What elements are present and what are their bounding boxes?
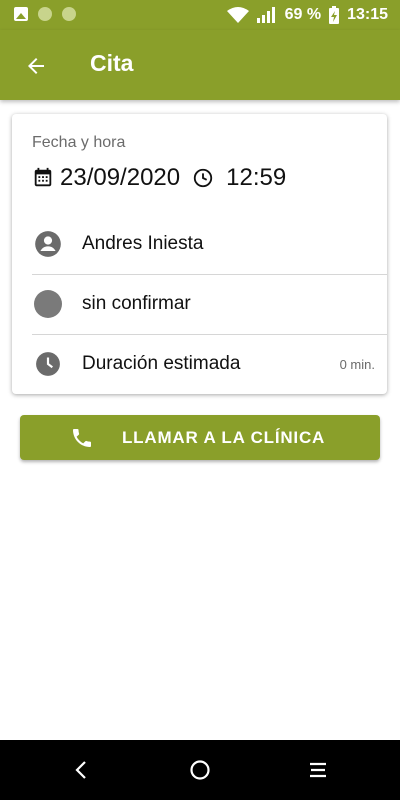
app-bar: Cita [0, 30, 400, 100]
account-circle-icon [34, 230, 62, 258]
nav-menu-button[interactable] [306, 758, 330, 782]
duration-label: Duración estimada [82, 353, 241, 374]
date-label: Fecha y hora [32, 134, 126, 151]
clock-icon [193, 168, 213, 188]
status-circle-icon [34, 290, 62, 318]
page-title: Cita [90, 50, 134, 76]
signal-icon [256, 7, 275, 23]
clock-filled-icon [34, 350, 62, 378]
appointment-card: Fecha y hora 23/09/2020 12:59 Andres Ini… [12, 114, 387, 394]
battery-percent: 69 % [284, 6, 322, 23]
nav-back-button[interactable] [70, 758, 94, 782]
call-clinic-label: LLAMAR A LA CLÍNICA [122, 428, 326, 447]
status-bar: 69 % 13:15 [0, 0, 400, 30]
arrow-left-icon [28, 58, 44, 74]
patient-row: Andres Iniesta [32, 214, 387, 275]
call-clinic-button[interactable]: LLAMAR A LA CLÍNICA [20, 415, 380, 460]
patient-name: Andres Iniesta [82, 233, 204, 254]
duration-row: Duración estimada 0 min. [32, 334, 387, 394]
notification-dot-icon [38, 7, 52, 21]
system-nav-bar [0, 740, 400, 800]
appointment-status: sin confirmar [82, 293, 191, 314]
chevron-left-icon [75, 761, 86, 779]
back-button[interactable] [20, 50, 52, 82]
appointment-date: 23/09/2020 [60, 164, 181, 191]
status-row: sin confirmar [32, 274, 387, 335]
clock-time: 13:15 [347, 6, 388, 23]
battery-charging-icon [329, 6, 340, 24]
wifi-icon [226, 7, 249, 23]
home-circle-icon [190, 760, 210, 780]
calendar-icon [34, 167, 52, 187]
image-notification-icon [14, 7, 28, 21]
duration-value: 0 min. [339, 356, 375, 372]
menu-lines-icon [310, 762, 326, 778]
date-time-row: 23/09/2020 12:59 [32, 164, 286, 192]
appointment-time: 12:59 [226, 164, 287, 191]
notification-dot-icon [62, 7, 76, 21]
nav-home-button[interactable] [188, 758, 212, 782]
phone-icon [73, 429, 91, 447]
